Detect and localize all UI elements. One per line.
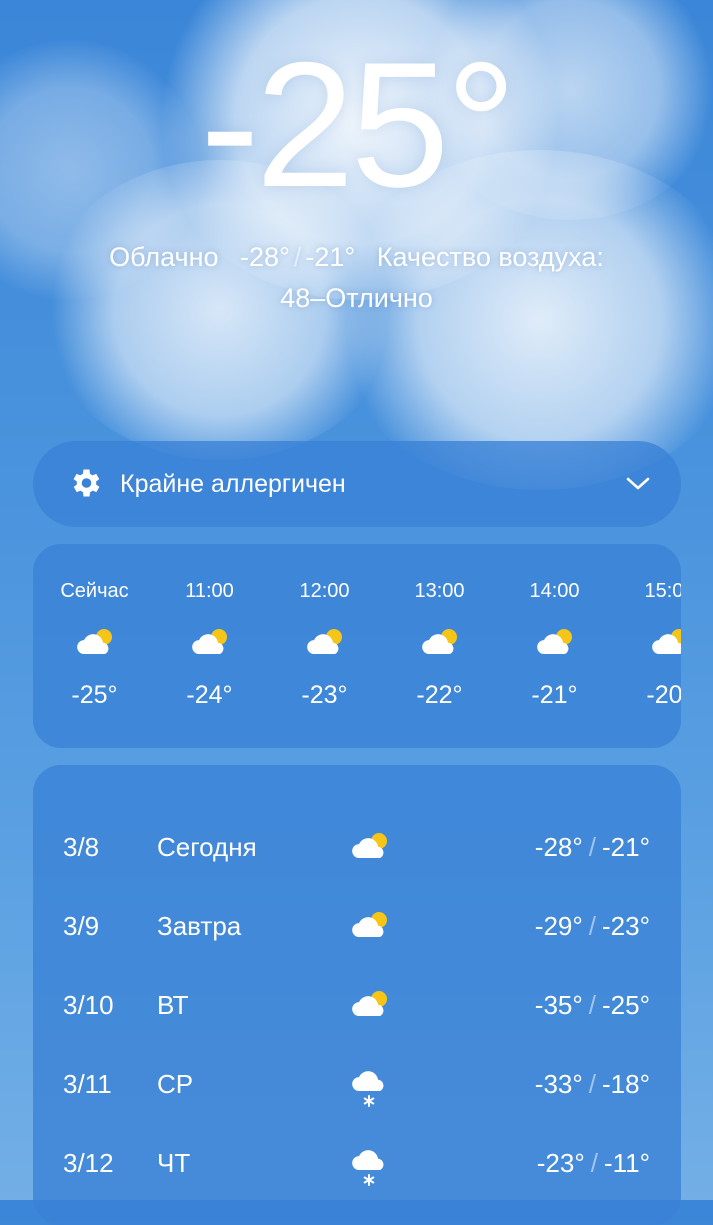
daily-date: 3/9 — [63, 911, 100, 941]
daily-low: -35° — [534, 990, 583, 1020]
daily-day-name: СР — [157, 1069, 194, 1099]
chevron-down-icon[interactable] — [625, 473, 651, 495]
daily-row[interactable]: 3/8 Сегодня -28° / -21° — [33, 822, 681, 872]
temp-separator: / — [588, 832, 597, 862]
daily-temps: -28° / -21° — [535, 832, 650, 862]
daily-date: 3/12 — [63, 1148, 114, 1178]
partly-cloudy-icon — [652, 629, 681, 654]
hourly-time: 12:00 — [299, 580, 350, 602]
daily-high: -11° — [603, 1148, 650, 1178]
temp-separator: / — [590, 1148, 598, 1178]
partly-cloudy-icon — [352, 912, 387, 937]
hourly-temp: -25° — [71, 681, 118, 709]
daily-temps: -23° / -11° — [537, 1148, 650, 1178]
air-quality-line[interactable]: 48–Отлично — [0, 279, 713, 317]
hourly-item: 14:00 -21° — [497, 544, 612, 748]
condition-text: Облачно — [109, 242, 219, 272]
temp-separator: / — [588, 911, 597, 941]
temp-separator: / — [293, 242, 302, 272]
daily-forecast[interactable]: 3/8 Сегодня -28° / -21° 3/9 Завтра -29° / -2… — [33, 765, 681, 1225]
daily-date: 3/10 — [63, 990, 114, 1020]
partly-cloudy-icon — [192, 629, 227, 654]
daily-high: -18° — [602, 1069, 650, 1099]
partly-cloudy-icon — [537, 629, 572, 654]
gear-icon — [73, 469, 100, 497]
condition-line: Облачно -28° / -21° Качество воздуха: — [0, 238, 713, 276]
hourly-forecast[interactable]: Сейчас -25° 11:00 -24° 12:00 -23° 13:00 … — [33, 544, 681, 748]
snow-icon — [352, 1150, 384, 1186]
temp-separator: / — [588, 990, 597, 1020]
partly-cloudy-icon — [352, 833, 387, 858]
daily-low: -29° — [534, 911, 583, 941]
hourly-temp: -23° — [301, 681, 348, 709]
daily-day-name: ЧТ — [157, 1148, 191, 1178]
hourly-time: 15:00 — [644, 580, 681, 602]
daily-row[interactable]: 3/10 ВТ -35° / -25° — [33, 980, 681, 1030]
hourly-item: 15:00 -20° — [612, 544, 681, 748]
hourly-item: Сейчас -25° — [37, 544, 152, 748]
hourly-temp: -20° — [646, 681, 681, 709]
daily-high: -21° — [602, 832, 650, 862]
partly-cloudy-icon — [77, 629, 112, 654]
allergy-label: Крайне аллергичен — [120, 470, 346, 498]
daily-high: -23° — [602, 911, 650, 941]
daily-temps: -33° / -18° — [535, 1069, 650, 1099]
partly-cloudy-icon — [307, 629, 342, 654]
daily-date: 3/8 — [63, 832, 100, 862]
partly-cloudy-icon — [352, 991, 387, 1016]
daily-high: -25° — [602, 990, 650, 1020]
hourly-item: 12:00 -23° — [267, 544, 382, 748]
daily-day-name: Сегодня — [157, 832, 257, 862]
daily-low: -33° — [534, 1069, 583, 1099]
air-quality-label[interactable]: Качество воздуха: — [377, 242, 604, 272]
daily-row[interactable]: 3/11 СР -33° / -18° — [33, 1059, 681, 1109]
hourly-item: 11:00 -24° — [152, 544, 267, 748]
air-quality-value[interactable]: 48–Отлично — [280, 283, 433, 313]
daily-temps: -35° / -25° — [535, 990, 650, 1020]
daily-date: 3/11 — [63, 1069, 112, 1099]
temp-separator: / — [588, 1069, 597, 1099]
current-temperature: -25° — [200, 25, 516, 224]
daily-low: -28° — [534, 832, 583, 862]
daily-day-name: ВТ — [157, 990, 189, 1020]
daily-row[interactable]: 3/9 Завтра -29° / -23° — [33, 901, 681, 951]
snow-icon — [352, 1071, 384, 1107]
daily-low: -23° — [536, 1148, 585, 1178]
daily-day-name: Завтра — [157, 911, 242, 941]
hourly-temp: -21° — [531, 681, 578, 709]
partly-cloudy-icon — [422, 629, 457, 654]
hourly-time: 14:00 — [529, 580, 580, 602]
daily-row[interactable]: 3/12 ЧТ -23° / -11° — [33, 1138, 681, 1188]
hourly-time: 11:00 — [185, 580, 234, 602]
daily-temps: -29° / -23° — [535, 911, 650, 941]
allergy-card[interactable]: Крайне аллергичен — [33, 441, 681, 527]
today-high: -21° — [305, 242, 356, 272]
current-temperature-area: -25° — [0, 30, 713, 220]
hourly-time: 13:00 — [414, 580, 465, 602]
today-low: -28° — [240, 242, 290, 272]
hourly-temp: -22° — [416, 681, 463, 709]
hourly-item: 13:00 -22° — [382, 544, 497, 748]
hourly-temp: -24° — [186, 681, 233, 709]
hourly-time: Сейчас — [60, 580, 129, 602]
